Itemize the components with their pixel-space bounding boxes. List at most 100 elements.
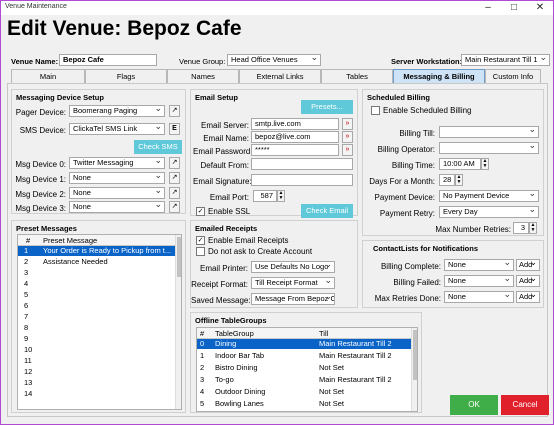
preset-message-row[interactable]: 11 (18, 356, 175, 366)
preset-message-row[interactable]: 3 (18, 268, 175, 278)
enable-ssl-checkbox[interactable]: ✓ (196, 207, 205, 216)
tablegroup-row-number: 4 (200, 387, 205, 396)
saved-message-select[interactable]: Message From Bepoz Cafe (251, 293, 335, 305)
tablegroup-row[interactable]: 0 Dining Main Restaurant Till 2 (197, 339, 411, 349)
email-printer-select[interactable]: Use Defaults No Logo (251, 261, 335, 273)
preset-row-message: Assistance Needed (43, 257, 108, 266)
preset-message-row[interactable]: 7 (18, 312, 175, 322)
max-retries-done-label: Max Retries Done: (374, 294, 441, 303)
no-ask-create-account-checkbox[interactable] (196, 247, 205, 256)
msg-device-3-label: Msg Device 3: (15, 204, 66, 213)
msg-device-1-select[interactable]: None (69, 172, 165, 184)
payment-device-select[interactable]: No Payment Device (439, 190, 539, 202)
tablegroup-row[interactable]: 5 Bowling Lanes Not Set (197, 399, 411, 409)
msg-device-1-config-icon[interactable]: ↗ (169, 172, 180, 184)
email-server-arrow-icon[interactable]: » (342, 118, 353, 130)
days-for-month-spinner[interactable]: ▲ ▼ (455, 174, 463, 186)
days-for-month-input[interactable]: 28 (439, 174, 455, 186)
ok-button[interactable]: OK (450, 395, 498, 415)
tab-main[interactable]: Main (11, 69, 85, 83)
billing-time-spinner[interactable]: ▲ ▼ (481, 158, 489, 170)
cancel-button[interactable]: Cancel (501, 395, 549, 415)
billing-till-select[interactable] (439, 126, 539, 138)
preset-row-number: 7 (24, 312, 29, 321)
billing-time-input[interactable]: 10:00 AM (439, 158, 481, 170)
check-sms-button[interactable]: Check SMS (134, 140, 182, 154)
tablegroup-row[interactable]: 3 To-go Main Restaurant Till 2 (197, 375, 411, 385)
enable-email-receipts-checkbox[interactable]: ✓ (196, 236, 205, 245)
msg-device-0-config-icon[interactable]: ↗ (169, 157, 180, 169)
payment-retry-select[interactable]: Every Day (439, 206, 539, 218)
max-retries-done-select[interactable]: None (444, 291, 514, 303)
max-number-retries-spinner[interactable]: ▲ ▼ (529, 222, 537, 234)
email-setup-group: Email Setup Presets... Email Server: smt… (190, 89, 358, 218)
billing-complete-select[interactable]: None (444, 259, 514, 271)
receipt-format-select[interactable]: Till Receipt Format (251, 277, 335, 289)
minimize-icon[interactable]: – (475, 1, 501, 15)
pager-device-select[interactable]: Boomerang Paging (69, 105, 165, 117)
venue-name-input[interactable]: Bepoz Cafe (59, 54, 157, 66)
email-name-arrow-icon[interactable]: » (342, 131, 353, 143)
server-workstation-select[interactable]: Main Restaurant Till 1 (461, 54, 550, 66)
tab-custom-info[interactable]: Custom Info (485, 69, 541, 83)
enable-scheduled-billing-checkbox[interactable] (371, 106, 380, 115)
preset-message-row[interactable]: 4 (18, 279, 175, 289)
email-password-input[interactable]: ***** (251, 144, 339, 156)
presets-button[interactable]: Presets... (301, 100, 353, 114)
email-server-input[interactable]: smtp.live.com (251, 118, 339, 130)
check-email-button[interactable]: Check Email (301, 204, 353, 218)
tablegroup-row[interactable]: 4 Outdoor Dining Not Set (197, 387, 411, 397)
preset-message-row[interactable]: 8 (18, 323, 175, 333)
tablegroup-row-till: Not Set (319, 399, 345, 408)
pager-device-config-icon[interactable]: ↗ (169, 105, 180, 117)
tab-flags[interactable]: Flags (85, 69, 167, 83)
billing-complete-add-button[interactable]: Add (516, 257, 540, 271)
preset-message-row[interactable]: 2 Assistance Needed (18, 257, 175, 267)
msg-device-0-label: Msg Device 0: (15, 160, 66, 169)
preset-message-row[interactable]: 5 (18, 290, 175, 300)
email-port-spinner[interactable]: ▲ ▼ (277, 190, 285, 202)
billing-failed-add-button[interactable]: Add (516, 273, 540, 287)
billing-failed-select[interactable]: None (444, 275, 514, 287)
preset-row-number: 10 (24, 345, 33, 354)
maximize-icon[interactable]: □ (501, 1, 527, 15)
payment-device-label: Payment Device: (374, 193, 435, 202)
sms-e-button[interactable]: E (169, 123, 180, 135)
msg-device-3-config-icon[interactable]: ↗ (169, 201, 180, 213)
preset-message-row[interactable]: 9 (18, 334, 175, 344)
preset-message-row[interactable]: 1 Your Order is Ready to Pickup from t... (18, 246, 175, 256)
billing-time-label: Billing Time: (391, 161, 435, 170)
default-from-input[interactable] (251, 158, 353, 170)
preset-message-row[interactable]: 10 (18, 345, 175, 355)
preset-message-row[interactable]: 6 (18, 301, 175, 311)
email-printer-label: Email Printer: (199, 264, 248, 273)
billing-failed-label: Billing Failed: (393, 278, 441, 287)
email-port-label: Email Port: (209, 193, 249, 202)
max-number-retries-input[interactable]: 3 (513, 222, 529, 234)
tab-tables[interactable]: Tables (321, 69, 393, 83)
msg-device-3-select[interactable]: None (69, 201, 165, 213)
venue-group-select[interactable]: Head Office Venues (227, 54, 321, 66)
email-signature-input[interactable] (251, 174, 353, 186)
tab-external-links[interactable]: External Links (239, 69, 321, 83)
msg-device-0-select[interactable]: Twitter Messaging (69, 157, 165, 169)
sms-device-select[interactable]: ClickaTel SMS Link (69, 123, 165, 135)
email-name-input[interactable]: bepoz@live.com (251, 131, 339, 143)
preset-message-row[interactable]: 14 (18, 389, 175, 399)
tablegroup-row[interactable]: 2 Bistro Dining Not Set (197, 363, 411, 373)
msg-device-2-config-icon[interactable]: ↗ (169, 187, 180, 199)
tablegroup-row[interactable]: 1 Indoor Bar Tab Main Restaurant Till 2 (197, 351, 411, 361)
email-password-arrow-icon[interactable]: » (342, 144, 353, 156)
preset-message-row[interactable]: 12 (18, 367, 175, 377)
tab-messaging-billing[interactable]: Messaging & Billing (393, 69, 485, 83)
billing-operator-select[interactable] (439, 142, 539, 154)
preset-scrollbar[interactable] (175, 235, 181, 409)
email-port-input[interactable]: 587 (253, 190, 277, 202)
msg-device-2-select[interactable]: None (69, 187, 165, 199)
close-icon[interactable]: ✕ (527, 1, 553, 15)
offline-scrollbar[interactable] (411, 328, 417, 411)
preset-message-row[interactable]: 13 (18, 378, 175, 388)
tab-names[interactable]: Names (167, 69, 239, 83)
preset-row-number: 8 (24, 323, 29, 332)
max-retries-done-add-button[interactable]: Add (516, 289, 540, 303)
